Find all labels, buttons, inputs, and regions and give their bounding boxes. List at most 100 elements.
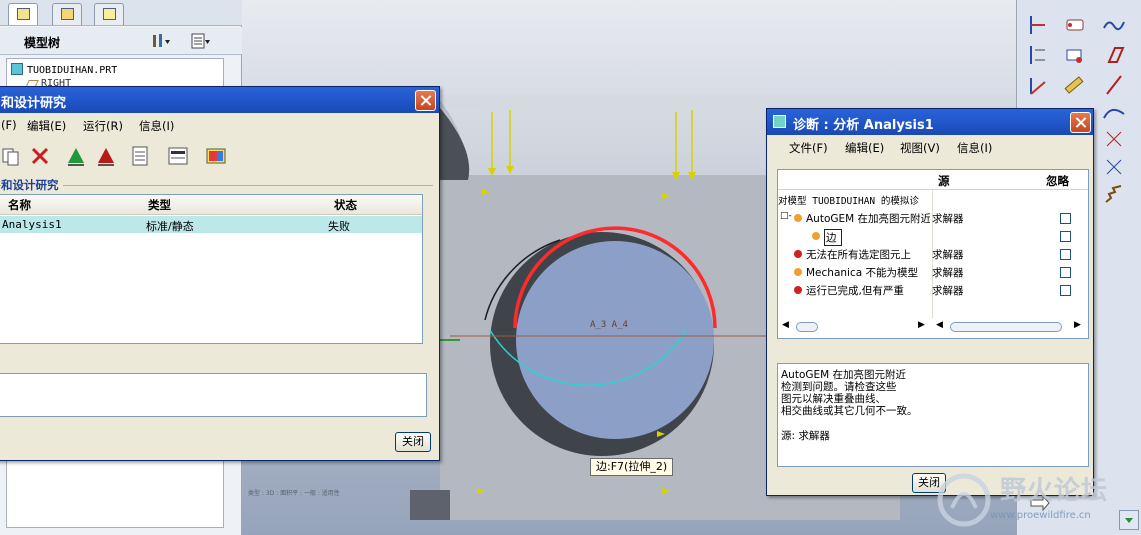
watermark-url: www.proewildfire.cn — [990, 510, 1091, 521]
diagnostics-tree[interactable]: 源 忽略 对模型 TUOBIDUIHAN 的模拟诊 □- AutoGEM 在加亮… — [777, 169, 1089, 339]
settings-icon[interactable] — [150, 32, 170, 50]
left-menubar: (F) 编辑(E) 运行(R) 信息(I) — [0, 113, 439, 137]
scroll-right-icon[interactable]: ▶ — [918, 320, 925, 330]
horizontal-scrollbar-right[interactable]: ◀ ▶ — [936, 320, 1086, 334]
close-icon[interactable] — [1070, 112, 1091, 133]
logo-icon — [937, 473, 991, 527]
col-ignore-header: 忽略 — [1046, 174, 1069, 188]
constraint-icon[interactable] — [1101, 154, 1127, 180]
error-icon — [794, 286, 802, 294]
ignore-checkbox[interactable] — [1060, 267, 1071, 278]
col-source-header: 源 — [938, 174, 950, 188]
menu-file[interactable]: (F) — [1, 118, 17, 132]
close-button[interactable]: 关闭 — [395, 432, 431, 452]
warning-icon — [794, 268, 802, 276]
tree-item-part[interactable]: TUOBIDUIHAN.PRT — [11, 63, 117, 76]
model-tree-title: 模型树 — [24, 36, 61, 50]
status-icon[interactable] — [129, 145, 151, 167]
scroll-thumb[interactable] — [950, 322, 1062, 332]
surface-icon[interactable] — [1101, 42, 1127, 68]
menu-file[interactable]: 文件(F) — [789, 140, 828, 156]
diag-row[interactable]: □- AutoGEM 在加亮图元附近 求解器 — [778, 209, 1088, 227]
datum-axis-icon[interactable] — [1025, 42, 1051, 68]
point-load-icon[interactable] — [1101, 126, 1127, 152]
viewport-status-text: 类型 : 3D : 面积平 : 一般 : 适用性 — [248, 490, 340, 497]
star-icon — [103, 8, 116, 20]
dialog-title: 诊断 : 分析 Analysis1 — [793, 118, 934, 133]
left-toolbar — [1, 143, 431, 171]
menu-info[interactable]: 信息(I) — [957, 140, 992, 156]
part-shadow — [440, 108, 470, 180]
edge-tooltip: 边:F7(拉伸_2) — [590, 458, 674, 476]
model-tree-tab[interactable] — [8, 3, 38, 25]
menu-view[interactable]: 视图(V) — [900, 140, 940, 156]
summary-icon[interactable] — [167, 145, 189, 167]
start-run-icon[interactable] — [65, 145, 87, 167]
dialog-title-bar[interactable]: 诊断 : 分析 Analysis1 — [767, 109, 1093, 135]
horizontal-scrollbar-left[interactable]: ◀ ▶ — [782, 320, 930, 334]
results-icon[interactable] — [205, 145, 227, 167]
dialog-title: 和设计研究 — [1, 96, 67, 111]
coordinate-system-icon[interactable] — [1025, 72, 1051, 98]
scroll-thumb[interactable] — [796, 322, 818, 332]
col-name-header[interactable]: 名称 — [8, 195, 31, 215]
diag-row[interactable]: Mechanica 不能为模型 求解器 — [778, 263, 1088, 281]
dimension-label: A_3 A_4 — [590, 320, 628, 330]
sketched-curve-icon[interactable] — [1101, 12, 1127, 38]
ruler-icon[interactable] — [1061, 72, 1087, 98]
cell-status: 失败 — [328, 220, 350, 233]
line-icon[interactable] — [1101, 72, 1127, 98]
tree-tools — [150, 32, 230, 50]
stop-run-icon[interactable] — [95, 145, 117, 167]
load-arrows — [491, 110, 693, 176]
folder-browser-tab[interactable] — [52, 3, 82, 25]
diag-row[interactable]: 运行已完成,但有严重 求解器 — [778, 281, 1088, 299]
menu-edit[interactable]: 编辑(E) — [845, 140, 884, 156]
diagnostics-dialog: 诊断 : 分析 Analysis1 文件(F) 编辑(E) 视图(V) 信息(I… — [766, 108, 1094, 496]
scroll-left-icon[interactable]: ◀ — [782, 320, 789, 330]
spline-icon[interactable] — [1101, 100, 1127, 126]
scroll-right-icon[interactable]: ▶ — [1074, 320, 1081, 330]
ignore-checkbox[interactable] — [1060, 285, 1071, 296]
scroll-left-icon[interactable]: ◀ — [936, 320, 943, 330]
favorites-tab[interactable] — [94, 3, 124, 25]
datum-point-icon[interactable] — [1061, 42, 1087, 68]
table-header: 名称 类型 状态 — [0, 195, 422, 215]
diagnostics-header: 源 忽略 — [778, 170, 1088, 190]
section-divider — [0, 185, 433, 186]
app-icon — [773, 115, 786, 128]
right-menubar: 文件(F) 编辑(E) 视图(V) 信息(I) — [767, 135, 1093, 159]
warning-icon — [812, 232, 820, 240]
dialog-title-bar[interactable]: 和设计研究 — [0, 87, 439, 113]
cell-type: 标准/静态 — [146, 220, 194, 233]
section-label: 和设计研究 — [1, 177, 63, 193]
datum-tag-icon[interactable] — [1061, 12, 1087, 38]
ignore-checkbox[interactable] — [1060, 249, 1071, 260]
show-icon[interactable] — [190, 32, 210, 50]
ignore-checkbox[interactable] — [1060, 213, 1071, 224]
menu-info[interactable]: 信息(I) — [139, 118, 174, 134]
tree-root-row[interactable]: 对模型 TUOBIDUIHAN 的模拟诊 — [778, 191, 1088, 209]
table-row[interactable]: Analysis1 标准/静态 失败 — [0, 216, 422, 233]
col-status-header[interactable]: 状态 — [334, 195, 357, 215]
copy-icon[interactable] — [1, 145, 23, 167]
error-icon — [794, 250, 802, 258]
part-icon — [11, 63, 23, 75]
menu-edit[interactable]: 编辑(E) — [27, 118, 66, 134]
hole-inner — [516, 241, 714, 439]
delete-icon[interactable] — [29, 145, 51, 167]
collapse-icon[interactable]: □- — [780, 211, 792, 221]
studies-table[interactable]: 名称 类型 状态 Analysis1 标准/静态 失败 — [0, 194, 423, 344]
menu-run[interactable]: 运行(R) — [83, 118, 123, 134]
diagnostic-detail: AutoGEM 在加亮图元附近 检测到问题。请检查这些 图元以解决重叠曲线、 相… — [777, 363, 1089, 467]
datum-plane-icon[interactable] — [1025, 12, 1051, 38]
close-icon[interactable] — [415, 90, 436, 111]
diag-row[interactable]: 无法在所有选定图元上 求解器 — [778, 245, 1088, 263]
col-type-header[interactable]: 类型 — [148, 195, 171, 215]
forum-watermark: 野火论坛 www.proewildfire.cn — [930, 468, 1138, 532]
spring-icon[interactable] — [1101, 182, 1127, 208]
diag-row[interactable]: 边 — [778, 227, 1088, 246]
warning-icon — [794, 214, 802, 222]
watermark-title: 野火论坛 — [1000, 476, 1109, 506]
ignore-checkbox[interactable] — [1060, 231, 1071, 242]
